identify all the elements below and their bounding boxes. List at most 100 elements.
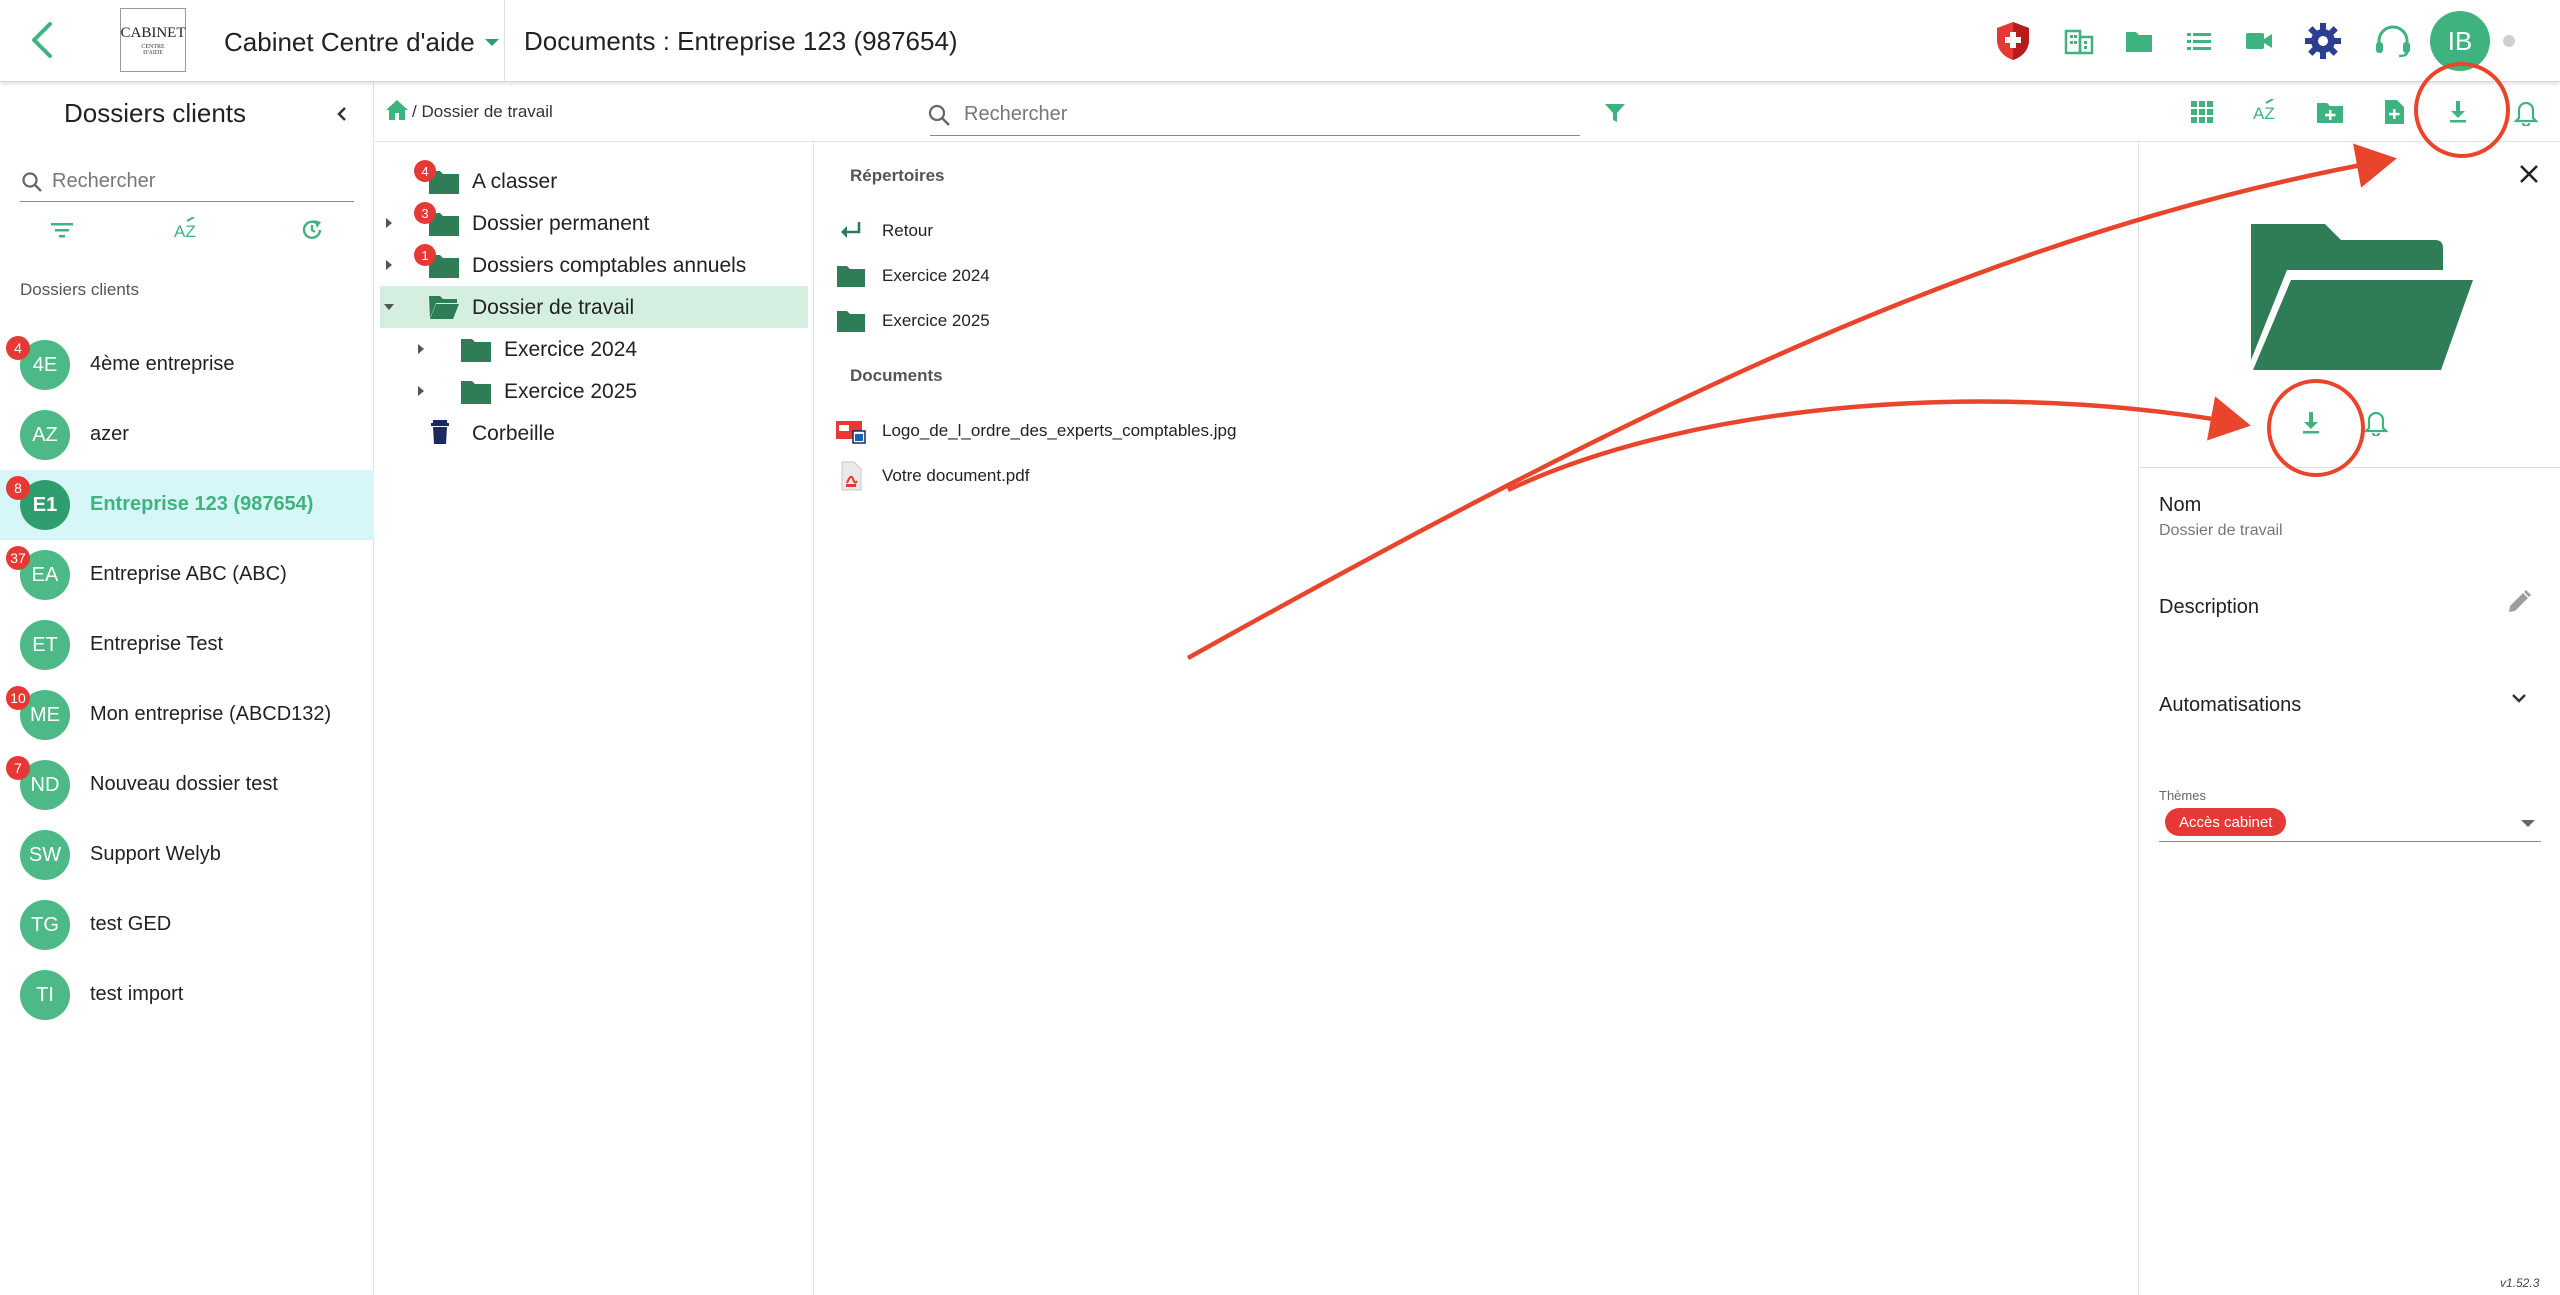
client-item[interactable]: SW Support Welyb [0, 820, 374, 890]
cabinet-name: Cabinet Centre d'aide [224, 27, 475, 57]
client-item[interactable]: ET Entreprise Test [0, 610, 374, 680]
notification-badge: 7 [6, 756, 30, 780]
directory-item[interactable]: Exercice 2025 [834, 304, 990, 338]
client-item[interactable]: TG test GED [0, 890, 374, 960]
notification-badge: 10 [6, 686, 30, 710]
document-search [928, 94, 1580, 136]
tree-node-selected[interactable]: Dossier de travail [380, 286, 808, 328]
client-name: Nouveau dossier test [90, 773, 278, 795]
client-item[interactable]: 37 EA Entreprise ABC (ABC) [0, 540, 374, 610]
client-name: Mon entreprise (ABCD132) [90, 703, 332, 725]
client-sidebar: Dossiers clients AZ Dossiers clients 44E… [0, 82, 374, 1295]
automations-label[interactable]: Automatisations [2159, 694, 2301, 717]
history-icon[interactable] [292, 210, 332, 250]
directories-heading: Répertoires [850, 166, 945, 185]
client-avatar: AZ [20, 410, 70, 460]
document-name: Logo_de_l_ordre_des_experts_comptables.j… [882, 421, 1237, 440]
list-icon[interactable] [2176, 18, 2222, 64]
caret-right-icon[interactable] [382, 216, 396, 230]
folder-icon [461, 339, 491, 362]
client-avatar: TI [20, 970, 70, 1020]
notification-badge: 4 [414, 160, 436, 182]
caret-right-icon[interactable] [414, 384, 428, 398]
download-icon[interactable] [2436, 90, 2480, 134]
shield-icon[interactable] [1990, 18, 2036, 64]
client-search [20, 162, 354, 202]
document-item[interactable]: Votre document.pdf [834, 459, 1029, 493]
client-item[interactable]: AZ azer [0, 400, 374, 470]
breadcrumb: / Dossier de travail [412, 102, 553, 122]
directory-item[interactable]: Exercice 2024 [834, 259, 990, 293]
description-label: Description [2159, 596, 2260, 618]
folder-tree: 4 A classer 3 Dossier permanent 1 Dossie… [374, 142, 814, 1295]
tree-node[interactable]: 3 Dossier permanent [380, 202, 808, 244]
folder-open-icon [2247, 220, 2477, 380]
client-item[interactable]: 7 ND Nouveau dossier test [0, 750, 374, 820]
sort-az-icon[interactable]: AZ [167, 210, 207, 250]
document-name: Votre document.pdf [882, 466, 1030, 485]
tree-label: Dossiers comptables annuels [472, 254, 747, 277]
client-item[interactable]: 10 ME Mon entreprise (ABCD132) [0, 680, 374, 750]
divider [504, 0, 505, 82]
bell-icon[interactable] [2363, 408, 2391, 438]
chevron-left-icon[interactable] [328, 100, 356, 128]
back-item[interactable]: Retour [834, 214, 933, 248]
themes-select[interactable]: Accès cabinet [2159, 804, 2541, 842]
theme-chip[interactable]: Accès cabinet [2165, 808, 2287, 836]
video-icon[interactable] [2236, 18, 2282, 64]
tree-node[interactable]: Exercice 2024 [380, 328, 808, 370]
divider [2139, 467, 2560, 468]
bell-icon[interactable] [2504, 90, 2548, 134]
tree-node[interactable]: Corbeille [380, 412, 808, 454]
download-icon[interactable] [2299, 410, 2325, 438]
home-icon[interactable] [384, 98, 410, 124]
client-item-active[interactable]: 8 E1 Entreprise 123 (987654) [0, 470, 374, 540]
folder-icon [834, 262, 868, 290]
sort-az-icon[interactable]: AZ [2244, 90, 2288, 134]
detail-actions [2289, 402, 2409, 446]
filter-funnel-icon[interactable] [1598, 96, 1632, 130]
client-name: Support Welyb [90, 843, 221, 865]
headset-icon[interactable] [2370, 18, 2416, 64]
client-list: 4 4E 4ème entreprise AZ azer 8 E1 Entreprise … [0, 330, 374, 1030]
logo-line-1: CABINET [120, 24, 186, 41]
caret-down-icon[interactable] [382, 300, 396, 314]
close-icon[interactable] [2511, 156, 2547, 192]
edit-pencil-icon[interactable] [2505, 588, 2537, 620]
caret-right-icon[interactable] [414, 342, 428, 356]
folder-icon [461, 381, 491, 404]
caret-right-icon[interactable] [382, 258, 396, 272]
document-search-input[interactable] [964, 103, 1544, 126]
client-item[interactable]: 4 4E 4ème entreprise [0, 330, 374, 400]
section-label: Dossiers clients [20, 280, 140, 299]
new-folder-icon[interactable] [2308, 90, 2352, 134]
tree-node[interactable]: 4 A classer [380, 160, 808, 202]
return-arrow-icon [834, 217, 868, 245]
client-search-input[interactable] [52, 170, 342, 193]
tree-label: Exercice 2025 [504, 380, 638, 403]
grid-view-icon[interactable] [2180, 90, 2224, 134]
back-arrow-icon[interactable] [22, 18, 66, 62]
tree-node[interactable]: Exercice 2025 [380, 370, 808, 412]
filter-lines-icon[interactable] [42, 210, 82, 250]
tree-label: Exercice 2024 [504, 338, 638, 361]
folder-details-panel: Nom Dossier de travail Description Autom… [2138, 142, 2560, 1295]
chevron-down-icon[interactable] [2505, 684, 2537, 716]
image-file-icon [834, 417, 868, 445]
tree-node[interactable]: 1 Dossiers comptables annuels [380, 244, 808, 286]
top-bar: CABINET CENTRE D'AIDE Cabinet Centre d'a… [0, 0, 2560, 82]
cabinet-logo: CABINET CENTRE D'AIDE [120, 8, 186, 72]
directory-name: Exercice 2024 [882, 266, 990, 285]
breadcrumb-current[interactable]: Dossier de travail [421, 102, 552, 121]
client-item[interactable]: TI test import [0, 960, 374, 1030]
cabinet-selector[interactable]: Cabinet Centre d'aide [224, 27, 499, 58]
user-avatar[interactable]: IB [2430, 11, 2490, 71]
svg-text:AZ: AZ [2253, 104, 2275, 123]
settings-icon[interactable] [2300, 18, 2346, 64]
building-icon[interactable] [2056, 18, 2102, 64]
folder-icon [834, 307, 868, 335]
folder-icon[interactable] [2116, 18, 2162, 64]
pdf-file-icon [834, 461, 868, 491]
document-item[interactable]: Logo_de_l_ordre_des_experts_comptables.j… [834, 414, 1236, 448]
new-file-icon[interactable] [2372, 90, 2416, 134]
